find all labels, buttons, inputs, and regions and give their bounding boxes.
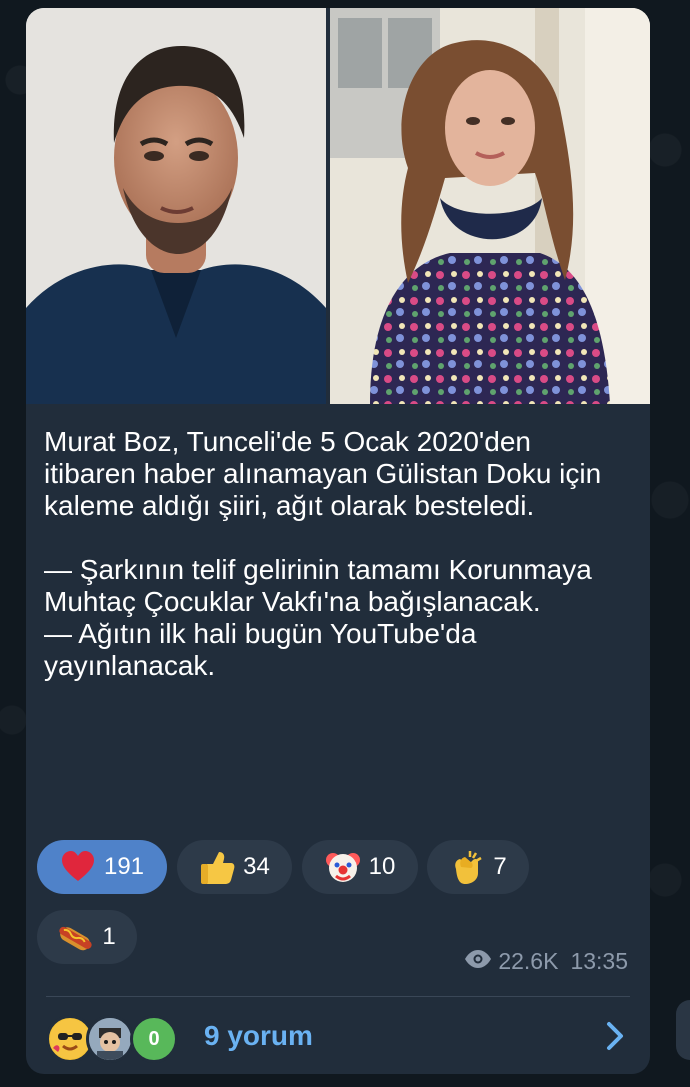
avatar: 0 (130, 1015, 178, 1063)
hot-dog-icon (58, 919, 94, 955)
views-counter: 22.6K (464, 948, 558, 975)
reaction-count: 7 (493, 853, 507, 880)
avatar (86, 1015, 134, 1063)
chevron-right-icon[interactable] (598, 1019, 632, 1053)
post-text: Murat Boz, Tunceli'de 5 Ocak 2020'den it… (44, 426, 630, 682)
comments-divider (46, 996, 630, 997)
channel-post-bubble[interactable]: Murat Boz, Tunceli'de 5 Ocak 2020'den it… (26, 8, 650, 1074)
heart-icon (60, 849, 96, 885)
avatar-initial: 0 (148, 1027, 160, 1050)
thumbs-up-icon (199, 849, 235, 885)
eye-icon (464, 948, 492, 975)
post-meta: 22.6K 13:35 (464, 948, 628, 975)
reaction-count: 34 (243, 853, 270, 880)
reaction-clap[interactable]: 7 (427, 840, 529, 894)
post-time: 13:35 (570, 948, 628, 974)
photo-man-illustration (26, 8, 326, 404)
view-count: 22.6K (498, 948, 559, 974)
commenter-avatars: 0 (46, 1006, 184, 1066)
cartoon-avatar-icon (89, 1018, 131, 1060)
clapping-hands-icon (449, 849, 485, 885)
post-paragraph-spacer (44, 522, 630, 554)
reaction-heart[interactable]: 191 (37, 840, 167, 894)
post-paragraph: Murat Boz, Tunceli'de 5 Ocak 2020'den it… (44, 426, 602, 521)
sunglasses-face-icon (50, 1019, 90, 1059)
reaction-thumbs-up[interactable]: 34 (177, 840, 292, 894)
reaction-count: 10 (368, 853, 396, 880)
clown-face-icon (325, 849, 361, 885)
reaction-clown[interactable]: 10 (302, 840, 418, 894)
post-photo-grid[interactable] (26, 8, 650, 404)
reaction-hot-dog[interactable]: 1 (37, 910, 137, 964)
side-action-button[interactable] (676, 1000, 690, 1060)
post-paragraph: — Şarkının telif gelirinin tamamı Korunm… (44, 554, 592, 617)
post-paragraph: — Ağıtın ilk hali bugün YouTube'da yayın… (44, 618, 477, 681)
photo-woman-illustration (330, 8, 650, 404)
comments-row[interactable]: 0 9 yorum (46, 1000, 632, 1072)
photo-man[interactable] (26, 8, 326, 404)
comments-label: 9 yorum (204, 1020, 313, 1051)
reaction-count: 1 (102, 923, 116, 950)
reaction-count: 191 (103, 853, 145, 880)
photo-woman[interactable] (330, 8, 650, 404)
